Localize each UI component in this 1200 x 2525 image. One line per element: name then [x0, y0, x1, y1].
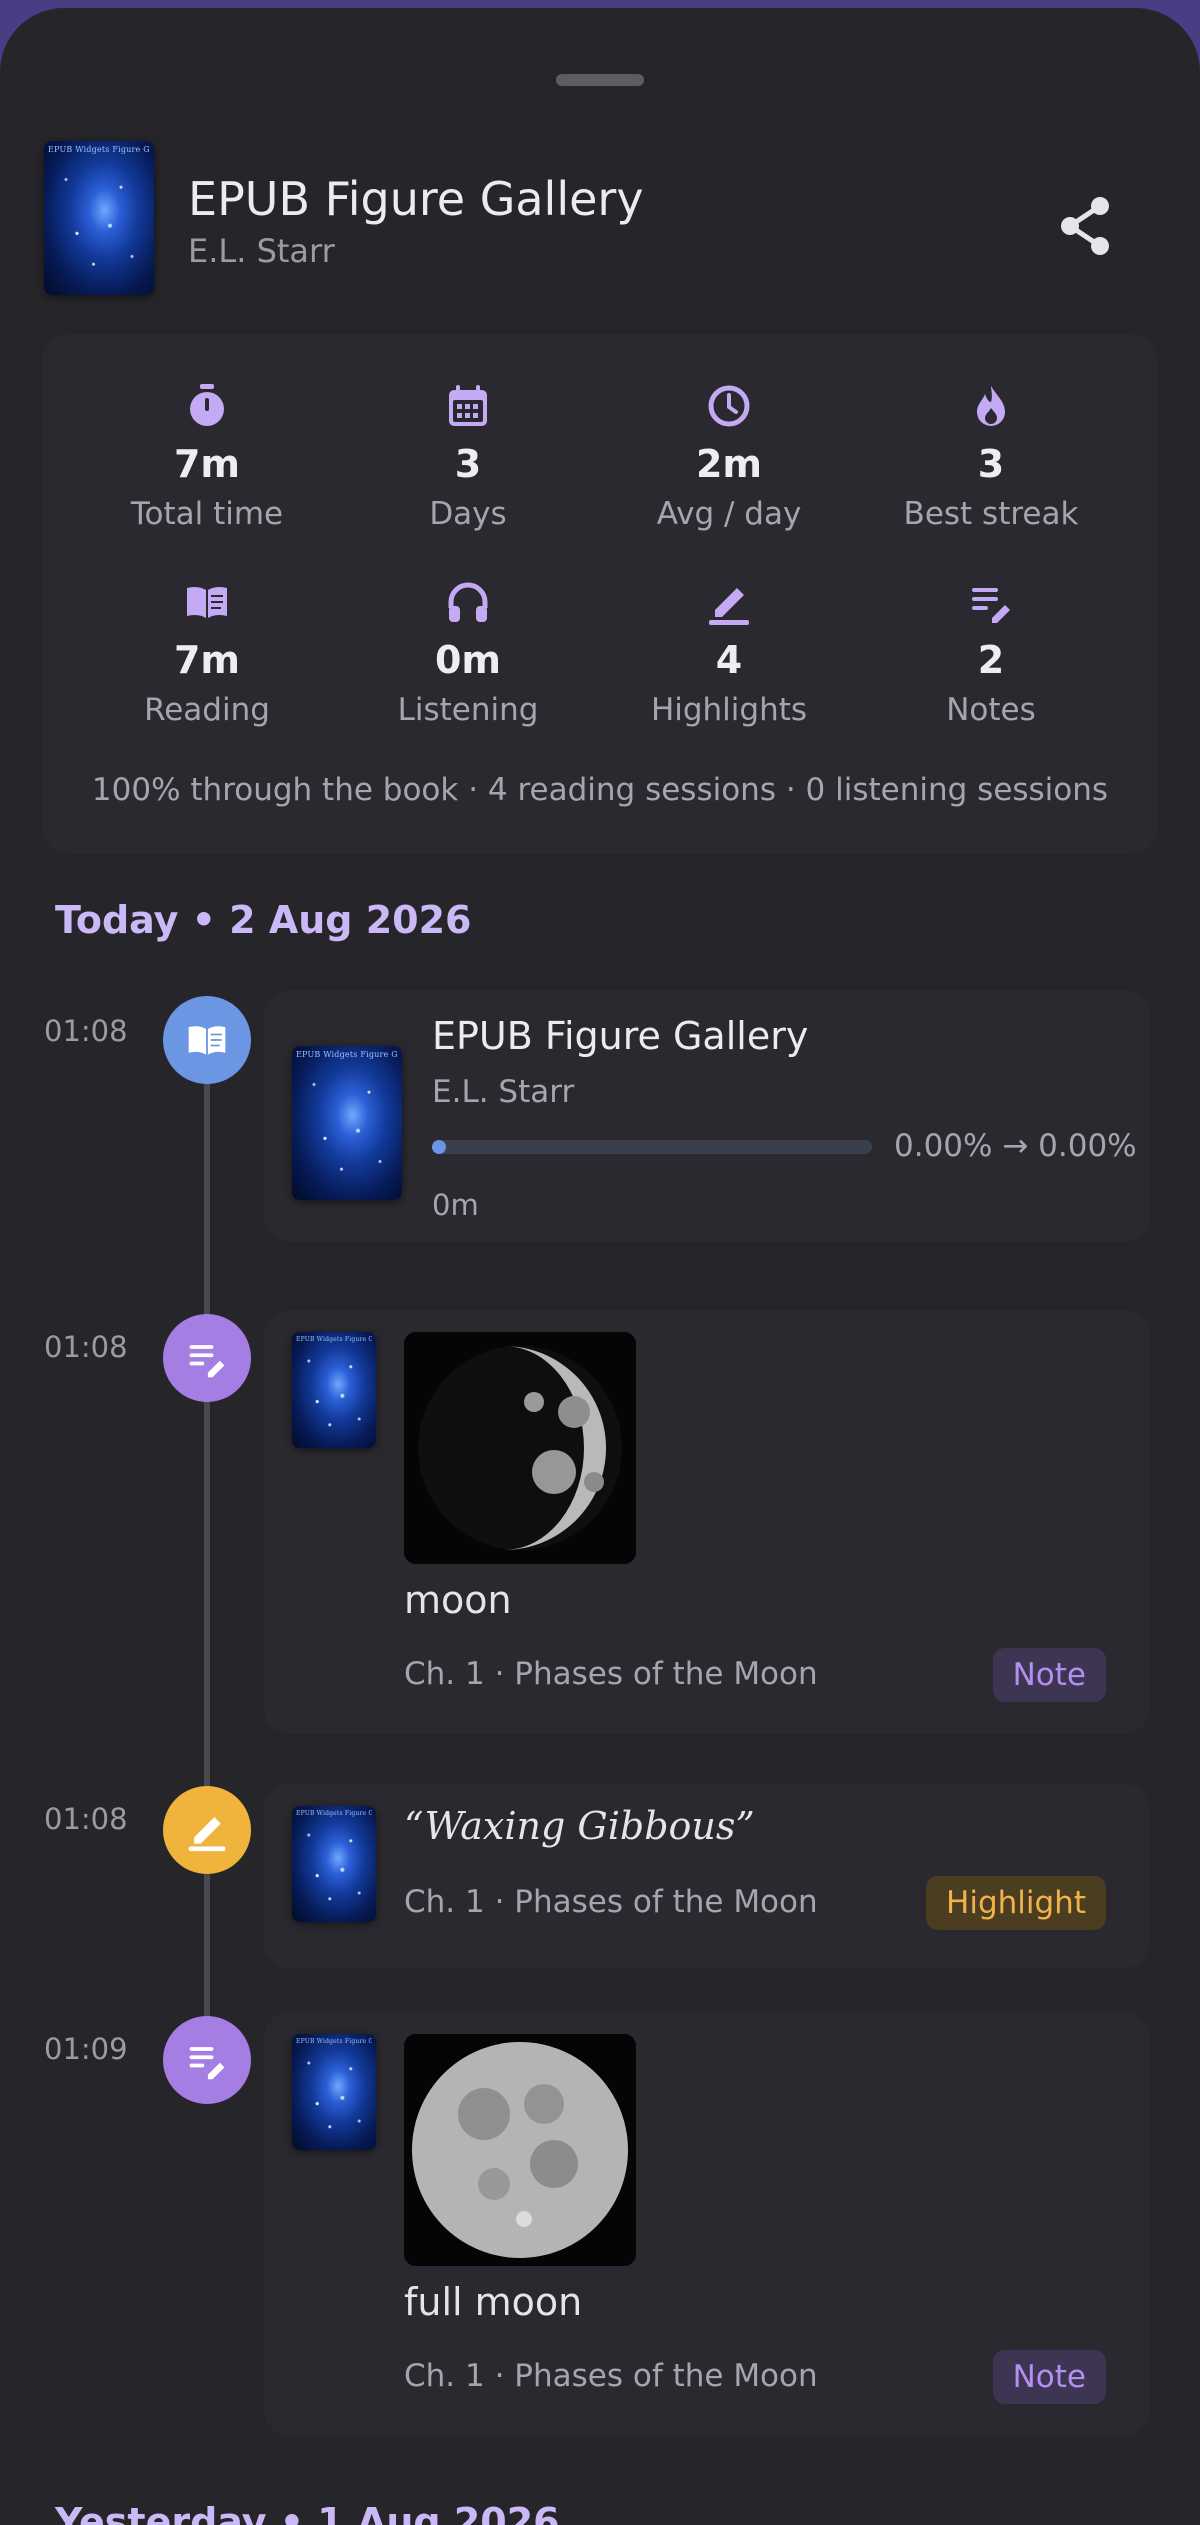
book-cover-thumb: EPUB Widgets Figure Gallery — [292, 1806, 376, 1922]
notes-icon — [189, 1345, 225, 1378]
stat-highlights: 4 Highlights — [614, 578, 844, 728]
note-marker — [163, 1314, 251, 1402]
stat-days: 3 Days — [353, 382, 583, 532]
stat-listening: 0m Listening — [353, 578, 583, 728]
stats-card: 7m Total time 3 Days 2m Avg / day 3 Best… — [42, 334, 1158, 854]
highlight-text: “Waxing Gibbous” — [404, 1804, 755, 1848]
bottom-sheet: EPUB Widgets Figure Gallery EPUB Figure … — [0, 8, 1200, 2525]
full-moon-image — [404, 2034, 636, 2266]
pen-icon — [709, 588, 749, 625]
note-text: full moon — [404, 2280, 583, 2324]
book-author: E.L. Starr — [188, 232, 335, 270]
event-time: 01:09 — [44, 2032, 128, 2066]
stat-best-streak: 3 Best streak — [876, 382, 1106, 532]
share-icon[interactable] — [1058, 194, 1114, 258]
notes-icon — [189, 2047, 225, 2080]
pen-icon — [188, 1817, 226, 1852]
book-title: EPUB Figure Gallery — [188, 172, 644, 226]
book-cover: EPUB Widgets Figure Gallery — [292, 1046, 402, 1200]
notes-icon — [972, 588, 1010, 623]
note-badge: Note — [992, 2350, 1106, 2404]
headphones-icon — [448, 582, 488, 622]
note-card[interactable]: EPUB Widgets Figure Gallery moon Ch. 1 ·… — [264, 1310, 1150, 1734]
session-book-author: E.L. Starr — [432, 1074, 575, 1110]
clock-icon — [708, 385, 750, 427]
note-marker — [163, 2016, 251, 2104]
highlight-card[interactable]: EPUB Widgets Figure Gallery “Waxing Gibb… — [264, 1784, 1150, 1968]
timer-icon — [190, 384, 224, 426]
stat-avg-day: 2m Avg / day — [614, 382, 844, 532]
stat-total-time: 7m Total time — [92, 382, 322, 532]
timeline-line — [204, 1038, 210, 2058]
calendar-icon — [449, 385, 487, 426]
progress-bar — [432, 1140, 872, 1154]
book-cover-thumb: EPUB Widgets Figure Gallery — [292, 2034, 376, 2150]
book-cover-thumb: EPUB Widgets Figure Gallery — [292, 1332, 376, 1448]
note-badge: Note — [992, 1648, 1106, 1702]
drag-handle[interactable] — [556, 74, 644, 86]
note-text: moon — [404, 1578, 512, 1622]
book-icon — [188, 1026, 226, 1055]
progress-fill — [432, 1140, 446, 1154]
stat-notes: 2 Notes — [876, 578, 1106, 728]
event-time: 01:08 — [44, 1014, 128, 1048]
progress-text: 0.00% → 0.00% — [894, 1128, 1137, 1164]
note-location: Ch. 1 · Phases of the Moon — [404, 1656, 818, 1692]
highlight-badge: Highlight — [926, 1876, 1106, 1930]
flame-icon — [977, 386, 1005, 426]
section-title-yesterday: Yesterday • 1 Aug 2026 — [55, 2500, 560, 2525]
section-title-today: Today • 2 Aug 2026 — [55, 898, 472, 942]
session-book-title: EPUB Figure Gallery — [432, 1014, 809, 1058]
stat-reading: 7m Reading — [92, 578, 322, 728]
highlight-marker — [163, 1786, 251, 1874]
note-card[interactable]: EPUB Widgets Figure Gallery full moon Ch… — [264, 2012, 1150, 2436]
reading-summary: 100% through the book · 4 reading sessio… — [91, 772, 1109, 808]
book-cover: EPUB Widgets Figure Gallery — [44, 141, 154, 295]
session-card[interactable]: EPUB Widgets Figure Gallery EPUB Figure … — [264, 990, 1150, 1242]
note-location: Ch. 1 · Phases of the Moon — [404, 2358, 818, 2394]
session-marker — [163, 996, 251, 1084]
highlight-location: Ch. 1 · Phases of the Moon — [404, 1884, 818, 1920]
event-time: 01:08 — [44, 1330, 128, 1364]
session-duration: 0m — [432, 1188, 479, 1222]
book-icon — [187, 586, 227, 618]
moon-image — [404, 1332, 636, 1564]
event-time: 01:08 — [44, 1802, 128, 1836]
